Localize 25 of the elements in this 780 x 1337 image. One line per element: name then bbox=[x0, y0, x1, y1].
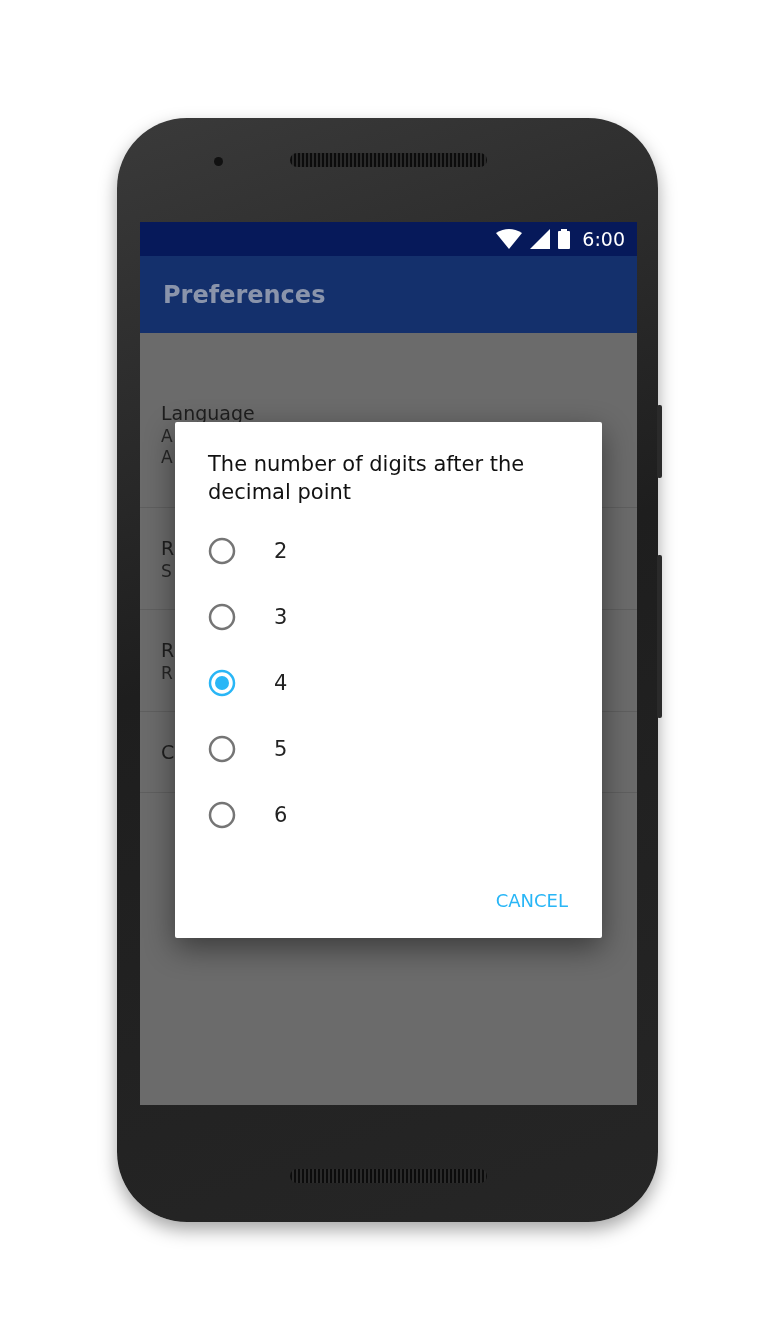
radio-option[interactable]: 2 bbox=[208, 518, 602, 584]
preference-title: R bbox=[161, 638, 175, 663]
signal-icon bbox=[530, 229, 551, 249]
radio-option[interactable]: 5 bbox=[208, 716, 602, 782]
option-label: 4 bbox=[274, 671, 288, 695]
status-time: 6:00 bbox=[582, 228, 625, 250]
preference-summary: S bbox=[161, 561, 172, 582]
battery-icon bbox=[558, 229, 571, 249]
dialog-title: The number of digits after the decimal point bbox=[208, 451, 526, 506]
option-label: 3 bbox=[274, 605, 288, 629]
preference-title: Language bbox=[161, 401, 255, 426]
radio-option[interactable]: 4 bbox=[208, 650, 602, 716]
option-label: 5 bbox=[274, 737, 288, 761]
preference-summary: R bbox=[161, 663, 173, 684]
radio-option[interactable]: 6 bbox=[208, 782, 602, 848]
preference-title: R bbox=[161, 536, 175, 561]
radio-option[interactable]: 3 bbox=[208, 584, 602, 650]
option-label: 6 bbox=[274, 803, 288, 827]
camera-icon bbox=[214, 157, 223, 166]
preference-title: C bbox=[161, 740, 175, 765]
wifi-icon bbox=[496, 229, 523, 249]
preference-summary: A bbox=[161, 447, 173, 468]
toolbar-title: Preferences bbox=[163, 280, 326, 309]
option-label: 2 bbox=[274, 539, 288, 563]
preference-summary: A bbox=[161, 426, 173, 447]
